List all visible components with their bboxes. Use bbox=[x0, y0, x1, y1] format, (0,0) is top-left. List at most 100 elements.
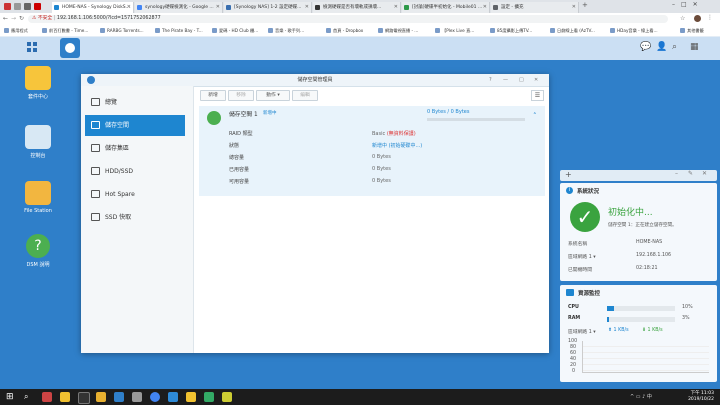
app-icon[interactable] bbox=[114, 392, 124, 402]
widgets-icon[interactable]: ▦ bbox=[690, 42, 699, 52]
bookmark-item[interactable]: 應用程式 bbox=[4, 25, 28, 36]
bookmark-item[interactable]: HDay音樂 - 線上看... bbox=[610, 25, 658, 36]
forward-icon[interactable]: → bbox=[11, 15, 16, 22]
bookmark-item[interactable]: RARBG Torrents... bbox=[100, 25, 144, 36]
lan-dropdown[interactable]: 區域網路 1 ▾ bbox=[568, 253, 596, 260]
sidebar-item-overview[interactable]: 總覽 bbox=[85, 92, 185, 113]
action-button[interactable]: 動作 ▾ bbox=[256, 90, 290, 101]
extension-icon[interactable] bbox=[14, 3, 21, 10]
app-icon[interactable] bbox=[132, 392, 142, 402]
bookmark-item[interactable]: 愛碼 - HD Club 櫃... bbox=[212, 25, 258, 36]
desktop-icon-file-station[interactable]: File Station bbox=[8, 181, 68, 214]
list-view-icon[interactable]: ☰ bbox=[531, 90, 544, 101]
field-value: Basic (無資料保護) bbox=[372, 131, 416, 137]
widget-title: 系統狀況 bbox=[577, 189, 600, 195]
desktop-icon-package-center[interactable]: 套件中心 bbox=[8, 66, 68, 100]
system-tray-icons[interactable]: ^ ▭ ♪ 中 bbox=[630, 393, 652, 400]
bookmark-item[interactable]: The Pirate Bay - T... bbox=[155, 25, 203, 36]
close-tab-icon[interactable]: ✕ bbox=[394, 2, 398, 13]
edit-button[interactable]: 編輯 bbox=[292, 90, 318, 101]
lan-dropdown[interactable]: 區域網路 1 ▾ bbox=[568, 328, 596, 335]
clock[interactable]: 下午 11:03 2019/10/22 bbox=[680, 391, 714, 403]
bookmark-item[interactable]: 日劇線上看 (AzTV... bbox=[550, 25, 595, 36]
bookmark-item[interactable]: 音樂 - 歌手列... bbox=[268, 25, 304, 36]
window-controls[interactable]: –□✕ bbox=[672, 1, 718, 8]
sidebar-item-hdd-ssd[interactable]: HDD/SSD bbox=[85, 161, 185, 182]
app-icon[interactable] bbox=[60, 392, 70, 402]
profile-avatar[interactable] bbox=[694, 15, 701, 22]
pin-icon[interactable]: ✎ bbox=[688, 170, 693, 177]
tab-home-nas[interactable]: HOME-NAS - Synology DiskS... ✕ bbox=[52, 2, 134, 13]
search-icon[interactable]: ⌕ bbox=[672, 42, 677, 52]
sidebar-item-ssd-cache[interactable]: SSD 快取 bbox=[85, 207, 185, 228]
volume-detail-panel[interactable]: 儲存空間 1 新增中 0 Bytes / 0 Bytes ˄ RAID 類型 B… bbox=[199, 106, 545, 196]
sidebar-item-storage-pool[interactable]: 儲存集區 bbox=[85, 138, 185, 159]
close-widget-icon[interactable]: ✕ bbox=[702, 170, 707, 177]
tab-synology-nas[interactable]: [Synology NAS] 1-2 設定硬碟... ✕ bbox=[224, 2, 312, 13]
page-favicon-icon bbox=[315, 5, 320, 10]
storage-manager-taskbar-icon[interactable] bbox=[60, 38, 80, 58]
bookmark-item[interactable]: 前百打數書 - Time... bbox=[42, 25, 88, 36]
desktop-icon-control-panel[interactable]: 控制台 bbox=[8, 125, 68, 159]
ssd-cache-icon bbox=[91, 213, 100, 221]
bookmark-item[interactable]: 首頁 - Dropbox bbox=[326, 25, 363, 36]
volume-status-icon bbox=[207, 111, 221, 125]
app-icon[interactable] bbox=[168, 392, 178, 402]
maximize-button[interactable]: □ bbox=[519, 74, 524, 86]
graph-area bbox=[582, 341, 709, 373]
extension-icon[interactable] bbox=[4, 3, 11, 10]
app-icon[interactable] bbox=[222, 392, 232, 402]
main-menu-icon[interactable] bbox=[27, 42, 37, 52]
volume-status-short: 新增中 bbox=[263, 111, 277, 116]
create-button[interactable]: 新增 bbox=[200, 90, 226, 101]
minimize-button[interactable]: — bbox=[503, 74, 508, 86]
bookmark-item[interactable]: 網路電視直播 - ... bbox=[378, 25, 418, 36]
overview-icon bbox=[91, 98, 100, 106]
back-icon[interactable]: ← bbox=[3, 15, 8, 22]
remove-button[interactable]: 移除 bbox=[228, 90, 254, 101]
ram-label: RAM bbox=[568, 316, 581, 321]
app-icon[interactable] bbox=[78, 392, 90, 404]
close-tab-icon[interactable]: ✕ bbox=[483, 2, 487, 13]
user-icon[interactable]: 👤 bbox=[656, 42, 667, 52]
extension-icon[interactable] bbox=[24, 3, 31, 10]
tab-extensions[interactable]: 設定 - 擴充 ✕ bbox=[491, 2, 579, 13]
close-tab-icon[interactable]: ✕ bbox=[305, 2, 309, 13]
file-explorer-icon[interactable] bbox=[96, 392, 106, 402]
url-input[interactable]: ⚠ 不安全 | 192.168.1.106:5000/?lcd=15717520… bbox=[28, 15, 668, 23]
resource-monitor-widget: 資源監控 CPU 10% RAM 3% 區域網路 1 ▾ ⬆ 1 KB/s ⬇ … bbox=[560, 285, 717, 382]
tab-mobile01[interactable]: [討論]硬碟半初始化 - Mobile01 ... ✕ bbox=[402, 2, 490, 13]
storage-pool-icon bbox=[91, 144, 100, 152]
tab-disk-check[interactable]: 檢測硬碟是否有壞軌或損壞... ✕ bbox=[313, 2, 401, 13]
new-tab-button[interactable]: + bbox=[582, 1, 588, 9]
reload-icon[interactable]: ↻ bbox=[19, 15, 24, 22]
add-widget-icon[interactable]: + bbox=[565, 170, 572, 179]
collapse-chevron-icon[interactable]: ˄ bbox=[533, 112, 537, 120]
ram-value: 3% bbox=[682, 316, 690, 321]
app-icon[interactable] bbox=[204, 392, 214, 402]
desktop-icon-dsm-help[interactable]: ? DSM 說明 bbox=[8, 234, 68, 268]
sidebar-item-hot-spare[interactable]: Hot Spare bbox=[85, 184, 185, 205]
search-icon[interactable]: ⌕ bbox=[24, 392, 34, 402]
netflix-icon[interactable] bbox=[34, 3, 41, 10]
minimize-widget-icon[interactable]: – bbox=[675, 170, 678, 177]
chrome-icon[interactable] bbox=[150, 392, 160, 402]
bookmark-item[interactable]: 其他書籤 bbox=[680, 25, 704, 36]
close-tab-icon[interactable]: ✕ bbox=[127, 2, 131, 13]
help-button[interactable]: ? bbox=[489, 74, 492, 86]
notification-icon[interactable]: 💬 bbox=[640, 42, 651, 52]
tab-google-search[interactable]: synology硬碟檢測化 - Google ... ✕ bbox=[135, 2, 223, 13]
star-icon[interactable]: ☆ bbox=[680, 15, 685, 22]
app-icon[interactable] bbox=[186, 392, 196, 402]
storage-manager-window: 儲存空間管理員 ? — □ ✕ 總覽 儲存空間 儲存集區 HDD/SSD Hot… bbox=[81, 74, 549, 353]
bookmark-item[interactable]: 85度攝影上傳TV... bbox=[490, 25, 532, 36]
sidebar-item-volume[interactable]: 儲存空間 bbox=[85, 115, 185, 136]
windows-start-icon[interactable]: ⊞ bbox=[6, 392, 16, 402]
volume-icon bbox=[91, 121, 100, 129]
close-button[interactable]: ✕ bbox=[534, 74, 538, 86]
app-icon[interactable] bbox=[42, 392, 52, 402]
close-tab-icon[interactable]: ✕ bbox=[572, 2, 576, 13]
bookmark-item[interactable]: 【Plex Live 直... bbox=[435, 25, 474, 36]
close-tab-icon[interactable]: ✕ bbox=[216, 2, 220, 13]
menu-icon[interactable]: ⋮ bbox=[707, 14, 713, 21]
